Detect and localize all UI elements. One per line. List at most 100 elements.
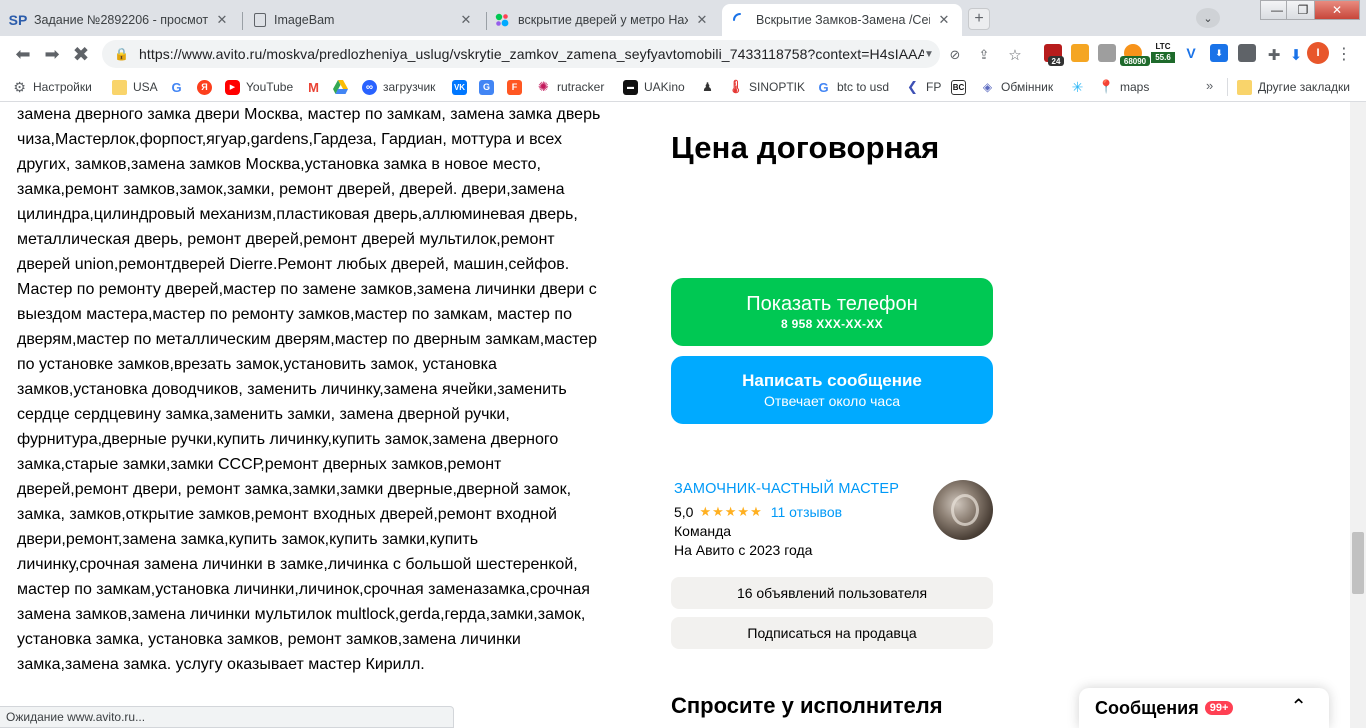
bookmark-label: YouTube	[246, 80, 294, 94]
tab-task[interactable]: SP Задание №2892206 - просмотр за ✕	[0, 4, 240, 36]
bookmark-yandex[interactable]: Я	[197, 78, 218, 96]
ltc-value: 55.6	[1151, 52, 1175, 63]
subscribe-seller-button[interactable]: Подписаться на продавца	[671, 617, 993, 649]
page-scrollbar-thumb[interactable]	[1352, 532, 1364, 594]
new-tab-button[interactable]: +	[968, 8, 990, 30]
btc-price-badge: 68090	[1120, 56, 1150, 66]
messages-widget[interactable]: Сообщения 99+ ⌃	[1079, 688, 1329, 728]
bookmark-bc[interactable]: BC	[951, 78, 972, 96]
bookmark-label: Обмінник	[1001, 80, 1054, 94]
tab-avito-search[interactable]: вскрытие дверей у метро Нахимо ✕	[484, 4, 720, 36]
url-text[interactable]: https://www.avito.ru/moskva/predlozheniy…	[139, 46, 924, 62]
bookmark-loader[interactable]: ∞ загрузчик	[362, 78, 435, 96]
extensions-puzzle-icon[interactable]: ✚	[1265, 46, 1283, 64]
close-window-button[interactable]: ✕	[1314, 0, 1360, 20]
show-phone-label: Показать телефон	[746, 293, 918, 315]
bookmark-maps[interactable]: 📍 maps	[1098, 78, 1150, 96]
gear-icon: ⚙	[13, 78, 26, 95]
bookmark-label: maps	[1120, 80, 1150, 94]
tab-search-button[interactable]: ⌄	[1196, 8, 1220, 28]
bookmark-sinoptik[interactable]: 🌡 SINOPTIK	[727, 78, 805, 96]
tab-close-icon[interactable]: ✕	[936, 12, 952, 28]
tab-strip: SP Задание №2892206 - просмотр за ✕ Imag…	[0, 0, 1366, 36]
messages-count-badge: 99+	[1204, 701, 1234, 715]
bookmark-rutracker[interactable]: ✺ rutracker	[536, 78, 604, 96]
description-line: замена замков,замена личинки мультилок m…	[17, 606, 586, 623]
description-line: дверям,мастер по металлическим дверям,ма…	[17, 331, 598, 348]
extension-v-icon[interactable]: V	[1182, 44, 1200, 62]
tab-close-icon[interactable]: ✕	[458, 12, 474, 28]
bookmark-youtube[interactable]: ▶ YouTube	[225, 78, 293, 96]
seller-name-link[interactable]: ЗАМОЧНИК-ЧАСТНЫЙ МАСТЕР	[674, 481, 899, 497]
extension-briefcase-icon[interactable]	[1098, 44, 1116, 62]
description-line: по установке замков,врезать замок,устано…	[17, 356, 497, 373]
person-icon: ♟	[702, 80, 713, 94]
description-line: цилиндра,цилиндровый механизм,пластикова…	[17, 206, 578, 223]
rutracker-icon: ✺	[538, 79, 549, 94]
address-bar[interactable]: 🔒 https://www.avito.ru/moskva/predlozhen…	[102, 40, 940, 68]
bookmark-settings[interactable]: ⚙ Настройки	[12, 78, 92, 96]
write-message-button[interactable]: Написать сообщение Отвечает около часа	[671, 356, 993, 424]
bookmark-f[interactable]: F	[507, 78, 528, 96]
back-arrow-icon[interactable]: ⬅	[12, 44, 34, 64]
bookmark-label: UAKino	[644, 80, 685, 94]
tab-title: Задание №2892206 - просмотр за	[34, 13, 208, 27]
extension-download-icon[interactable]: ⬇	[1210, 44, 1228, 62]
lock-icon[interactable]: 🔒	[114, 47, 129, 61]
dropdown-arrow-icon[interactable]: ▼	[924, 49, 940, 60]
bookmark-star-icon[interactable]: ☆	[1006, 46, 1024, 64]
bookmarks-more-button[interactable]: »	[1206, 78, 1213, 93]
tab-imagebam[interactable]: ImageBam ✕	[244, 4, 484, 36]
status-bar: Ожидание www.avito.ru...	[0, 706, 454, 728]
browser-toolbar: ⬅ ➡ ✖ 🔒 https://www.avito.ru/moskva/pred…	[0, 36, 1366, 72]
bookmark-btc-to-usd[interactable]: G btc to usd	[816, 78, 889, 96]
tab-close-icon[interactable]: ✕	[694, 12, 710, 28]
description-line: других, замков,замена замков Москва,уста…	[17, 156, 541, 173]
seller-avatar[interactable]	[933, 480, 993, 540]
tab-avito-active[interactable]: Вскрытие Замков-Замена /Сейфы ✕	[722, 4, 962, 36]
bookmark-google[interactable]: G	[169, 78, 190, 96]
extension-screen-icon[interactable]	[1238, 44, 1256, 62]
rating-value: 5,0	[674, 504, 694, 520]
reviews-link[interactable]: 11 отзывов	[771, 504, 842, 520]
page-scrollbar-track[interactable]	[1350, 102, 1366, 728]
bookmark-starburst[interactable]: ✳	[1070, 78, 1091, 96]
chevron-up-icon[interactable]: ⌃	[1290, 694, 1307, 719]
forward-arrow-icon[interactable]: ➡	[41, 44, 63, 64]
user-ads-button[interactable]: 16 объявлений пользователя	[671, 577, 993, 609]
share-icon[interactable]: ⇪	[975, 46, 993, 64]
ask-performer-heading: Спросите у исполнителя	[671, 693, 943, 718]
bookmark-gmail[interactable]: M	[306, 78, 327, 96]
bookmark-fp[interactable]: ❮ FP	[905, 78, 941, 96]
bookmark-translate[interactable]: G	[479, 78, 500, 96]
messages-label: Сообщения	[1095, 697, 1199, 718]
blocked-icon[interactable]: ⊘	[946, 46, 964, 64]
bookmark-vk[interactable]: VK	[452, 78, 473, 96]
description-line: замена дверного замка двери Москва, маст…	[17, 106, 601, 123]
bookmark-usa[interactable]: USA	[112, 78, 158, 96]
bookmark-uakino[interactable]: ▬ UAKino	[623, 78, 685, 96]
bookmark-drive[interactable]	[333, 78, 354, 96]
other-bookmarks-folder[interactable]: Другие закладки	[1237, 78, 1350, 96]
stop-loading-icon[interactable]: ✖	[70, 44, 92, 66]
extension-brave-icon[interactable]	[1071, 44, 1089, 62]
downloads-icon[interactable]: ⬇	[1287, 46, 1305, 64]
sp-favicon-icon: SP	[8, 12, 28, 28]
other-bookmarks-label: Другие закладки	[1258, 80, 1350, 94]
gmail-icon: M	[308, 79, 319, 95]
menu-dots-icon[interactable]: ⋮	[1336, 44, 1352, 64]
ltc-widget[interactable]: LTC 55.6	[1151, 42, 1175, 63]
show-phone-button[interactable]: Показать телефон 8 958 XXX-XX-XX	[671, 278, 993, 346]
bc-icon: BC	[951, 79, 966, 95]
folder-icon	[1237, 79, 1252, 95]
doc-icon	[254, 13, 266, 27]
rating-stars-icon: ★★★★★	[699, 504, 763, 519]
tab-close-icon[interactable]: ✕	[214, 12, 230, 28]
profile-avatar[interactable]: I	[1307, 42, 1329, 64]
bookmark-exchange[interactable]: ◈ Обмінник	[980, 78, 1053, 96]
description-line: Мастер по ремонту дверей,мастер по замен…	[17, 281, 597, 298]
description-line: выездом мастера,мастер по ремонту замков…	[17, 306, 572, 323]
bookmark-person[interactable]: ♟	[700, 78, 721, 96]
price-heading: Цена договорная	[671, 130, 940, 165]
f-icon: F	[507, 79, 522, 95]
